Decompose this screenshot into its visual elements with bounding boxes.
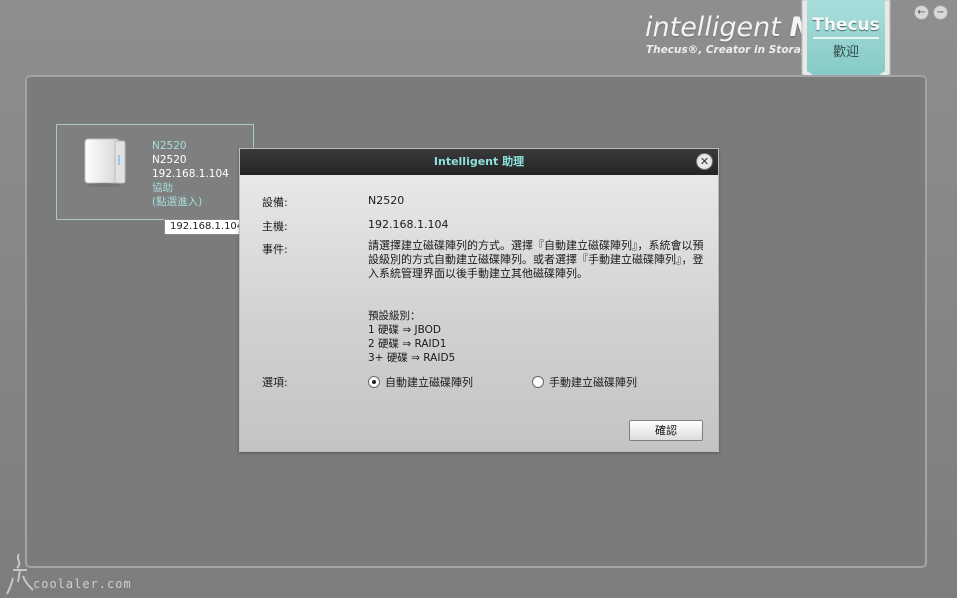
event-description: 請選擇建立磁碟陣列的方式。選擇『自動建立磁碟陣列』，系統會以預設級別的方式自動建… [368, 239, 704, 280]
device-name: N2520 [152, 154, 187, 166]
device-card[interactable]: N2520 N2520 192.168.1.104 協助 (點選進入) [56, 124, 254, 220]
radio-auto-selected[interactable] [368, 376, 380, 388]
level-item: 3+ 硬碟 ⇒ RAID5 [368, 352, 456, 364]
device-label: 設備: [262, 196, 288, 209]
dialog-title: Intelligent 助理 [433, 155, 525, 168]
dialog-titlebar: Intelligent 助理 [240, 149, 718, 175]
brand-prefix: intelligent [645, 12, 781, 43]
event-label: 事件: [262, 243, 288, 256]
option-auto-label: 自動建立磁碟陣列 [385, 376, 473, 389]
device-status[interactable]: 協助 [152, 181, 229, 195]
option-auto-raid[interactable]: 自動建立磁碟陣列 [368, 374, 473, 390]
watermark: coolaler.com [5, 552, 155, 596]
host-value: 192.168.1.104 [368, 218, 449, 231]
nas-device-icon [84, 138, 126, 187]
close-icon[interactable]: ✕ [696, 153, 713, 170]
confirm-button[interactable]: 確認 [629, 420, 703, 441]
default-levels: 預設級別： 1 硬碟 ⇒ JBOD 2 硬碟 ⇒ RAID1 3+ 硬碟 ⇒ R… [368, 309, 455, 365]
levels-title: 預設級別： [368, 310, 421, 322]
level-item: 2 硬碟 ⇒ RAID1 [368, 338, 447, 350]
back-icon[interactable]: ← [914, 5, 929, 20]
badge-title: Thecus [812, 15, 880, 35]
minimize-icon[interactable]: − [933, 5, 948, 20]
options-label: 選項: [262, 376, 288, 389]
device-info: N2520 N2520 192.168.1.104 協助 (點選進入) [152, 139, 229, 209]
option-manual-raid[interactable]: 手動建立磁碟陣列 [532, 374, 637, 390]
watermark-logo-icon [6, 553, 34, 595]
radio-manual[interactable] [532, 376, 544, 388]
brand-logo: intelligent NAS Thecus®, Creator in Stor… [640, 8, 852, 62]
intelligent-assistant-dialog: Intelligent 助理 ✕ 設備: N2520 主機: 192.168.1… [239, 148, 719, 452]
option-manual-label: 手動建立磁碟陣列 [549, 376, 637, 389]
badge-welcome: 歡迎 [832, 45, 859, 60]
level-item: 1 硬碟 ⇒ JBOD [368, 324, 441, 336]
device-model: N2520 [152, 140, 187, 152]
device-ip: 192.168.1.104 [152, 168, 229, 180]
brand-tagline: Thecus®, Creator in Storage [646, 44, 816, 56]
device-value: N2520 [368, 194, 405, 207]
host-label: 主機: [262, 220, 288, 233]
watermark-text: coolaler.com [33, 577, 132, 591]
device-hint[interactable]: (點選進入) [152, 195, 229, 209]
device-ip-tooltip: 192.168.1.104 [164, 219, 250, 235]
